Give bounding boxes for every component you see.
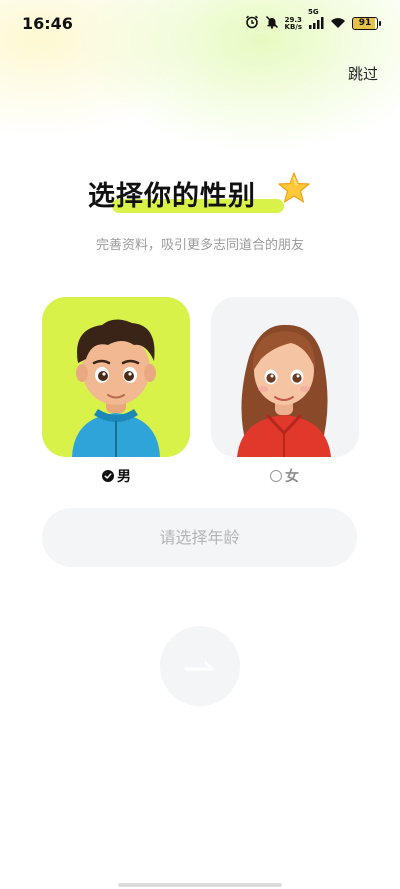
gender-label-female: 女 <box>285 469 299 485</box>
status-icons: 29.3 KB/s 5G 91 <box>245 8 381 33</box>
star-icon <box>278 172 310 203</box>
mute-icon <box>265 14 279 33</box>
boy-avatar <box>72 319 160 457</box>
radio-empty-icon <box>270 470 282 482</box>
arrow-right-icon <box>184 661 214 671</box>
gender-label-male: 男 <box>117 469 131 485</box>
girl-avatar <box>237 324 331 457</box>
page-subtitle: 完善资料，吸引更多志同道合的朋友 <box>95 238 304 253</box>
status-bar: 16:46 29.3 KB/s 5G 91 <box>0 0 400 48</box>
battery-icon: 91 <box>352 17 381 30</box>
gender-card-male[interactable] <box>42 297 190 457</box>
home-indicator[interactable] <box>118 883 282 887</box>
gender-option-male[interactable]: 男 <box>102 466 131 486</box>
alarm-icon <box>245 14 259 33</box>
page-title: 选择你的性别 <box>88 181 256 212</box>
gender-option-female[interactable]: 女 <box>270 466 299 486</box>
signal-icon: 5G <box>308 8 324 33</box>
checkmark-icon <box>102 470 114 482</box>
title-group: 选择你的性别 <box>88 172 318 220</box>
status-time: 16:46 <box>22 14 73 33</box>
net-speed: 29.3 KB/s <box>284 15 302 31</box>
wifi-icon <box>330 14 346 33</box>
age-select-field[interactable]: 请选择年龄 <box>42 508 357 567</box>
next-button[interactable] <box>160 626 240 706</box>
skip-button[interactable]: 跳过 <box>348 63 378 84</box>
gender-card-female[interactable] <box>211 297 359 457</box>
